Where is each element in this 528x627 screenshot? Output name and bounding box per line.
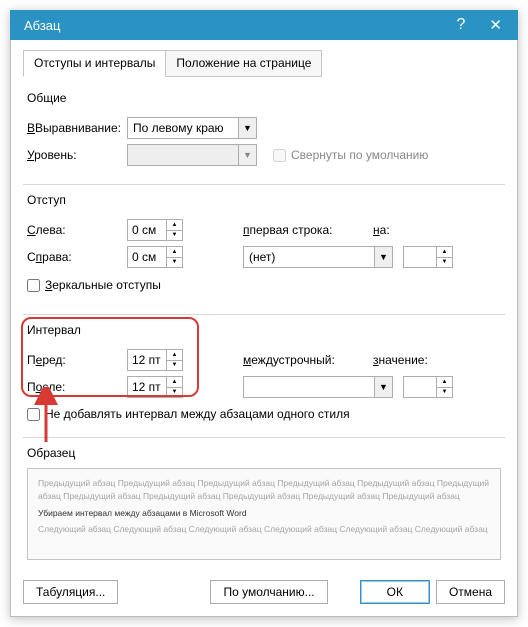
legend-preview: Образец	[27, 444, 501, 468]
down-icon: ▼	[167, 361, 182, 371]
down-icon: ▼	[437, 388, 452, 398]
spinner-at[interactable]: ▲▼	[403, 376, 453, 398]
group-general: Общие ВВыравнивание: По левому краю ▼ Ур…	[23, 87, 505, 178]
up-icon: ▲	[167, 220, 182, 231]
spinner-left[interactable]: 0 см ▲▼	[127, 219, 183, 241]
up-icon: ▲	[167, 247, 182, 258]
spinner-before[interactable]: 12 пт ▲▼	[127, 349, 183, 371]
up-icon: ▲	[167, 377, 182, 388]
help-icon[interactable]: ?	[445, 16, 478, 34]
label-after: После:	[27, 380, 127, 394]
down-icon: ▼	[167, 258, 182, 268]
label-before: Перед:	[27, 353, 127, 367]
group-indent: Отступ Слева: 0 см ▲▼ ппервая строка: на…	[23, 189, 505, 308]
default-button[interactable]: По умолчанию...	[210, 580, 327, 604]
up-icon: ▲	[437, 247, 452, 258]
label-right: Справа:	[27, 250, 127, 264]
tab-indents-spacing[interactable]: Отступы и интервалы	[23, 50, 166, 77]
chevron-down-icon: ▼	[238, 145, 256, 165]
legend-indent: Отступ	[27, 191, 501, 215]
chevron-down-icon[interactable]: ▼	[238, 118, 256, 138]
spinner-after[interactable]: 12 пт ▲▼	[127, 376, 183, 398]
title: Абзац	[24, 18, 445, 33]
label-left: Слева:	[27, 223, 127, 237]
spinner-right[interactable]: 0 см ▲▼	[127, 246, 183, 268]
down-icon: ▼	[167, 231, 182, 241]
footer: Табуляция... По умолчанию... ОК Отмена	[23, 580, 505, 604]
tabs-button[interactable]: Табуляция...	[23, 580, 118, 604]
legend-general: Общие	[27, 89, 501, 113]
up-icon: ▲	[437, 377, 452, 388]
label-alignment: ВВыравнивание:	[27, 121, 127, 135]
spinner-by[interactable]: ▲▼	[403, 246, 453, 268]
checkbox-mirror[interactable]: Зеркальные отступы	[27, 278, 161, 292]
down-icon: ▼	[437, 258, 452, 268]
close-icon[interactable]: ✕	[477, 16, 508, 34]
cancel-button[interactable]: Отмена	[436, 580, 505, 604]
up-icon: ▲	[167, 350, 182, 361]
dropdown-alignment[interactable]: По левому краю ▼	[127, 117, 257, 139]
label-level: Уровень:	[27, 148, 127, 162]
dropdown-level: ▼	[127, 144, 257, 166]
titlebar: Абзац ? ✕	[10, 10, 518, 40]
legend-spacing: Интервал	[27, 321, 501, 345]
ok-button[interactable]: ОК	[360, 580, 430, 604]
preview-box: Предыдущий абзац Предыдущий абзац Предыд…	[27, 468, 501, 560]
group-preview: Образец Предыдущий абзац Предыдущий абза…	[23, 442, 505, 568]
label-at: значение:	[373, 353, 443, 367]
checkbox-no-space-same-style[interactable]: Не добавлять интервал между абзацами одн…	[27, 407, 350, 421]
label-firstline: ппервая строка:	[243, 223, 373, 237]
dropdown-firstline[interactable]: (нет) ▼	[243, 246, 393, 268]
tab-page-position[interactable]: Положение на странице	[165, 50, 322, 77]
chevron-down-icon[interactable]: ▼	[374, 247, 392, 267]
tabs: Отступы и интервалы Положение на страниц…	[23, 50, 505, 77]
group-spacing: Интервал Перед: 12 пт ▲▼ междустрочный: …	[23, 319, 505, 431]
checkbox-collapsed: Свернуты по умолчанию	[273, 148, 428, 162]
label-by: на:	[373, 223, 443, 237]
label-linespacing: междустрочный:	[243, 353, 373, 367]
chevron-down-icon[interactable]: ▼	[374, 377, 392, 397]
down-icon: ▼	[167, 388, 182, 398]
dropdown-linespacing[interactable]: ▼	[243, 376, 393, 398]
